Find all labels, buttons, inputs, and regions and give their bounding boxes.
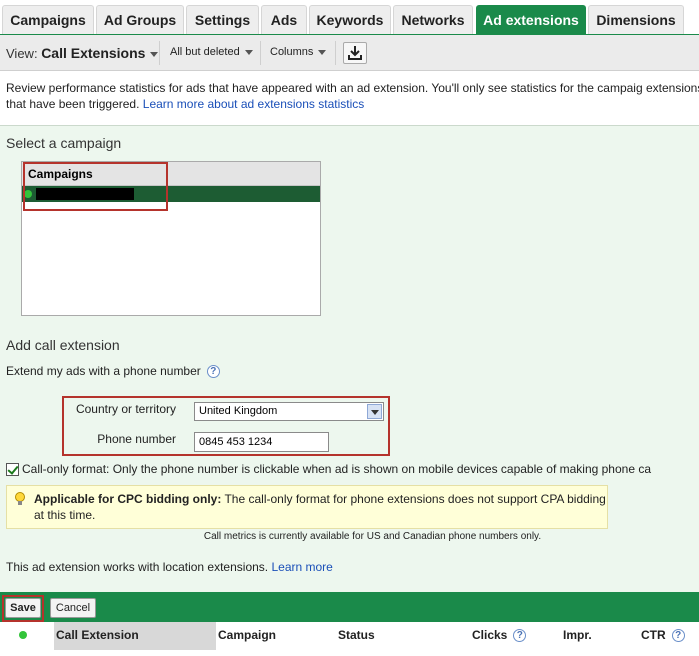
tab-ads[interactable]: Ads [261,5,307,34]
view-selector[interactable]: View: Call Extensions [6,45,159,61]
help-icon[interactable]: ? [513,629,527,643]
tab-campaigns[interactable]: Campaigns [2,5,94,34]
info-text: Review performance statistics for ads th… [6,80,699,112]
call-only-label: Call-only format: Only the phone number … [22,462,652,476]
tab-bar: Campaigns Ad Groups Settings Ads Keyword… [0,0,699,34]
col-ctr-label: CTR [641,628,666,642]
location-note-text: This ad extension works with location ex… [6,560,269,574]
highlight-box [2,595,44,622]
select-campaign-title: Select a campaign [6,135,122,151]
col-status[interactable]: Status [338,628,375,642]
view-value: Call Extensions [41,45,146,61]
col-ctr[interactable]: CTR? [641,628,685,643]
country-label: Country or territory [75,402,176,416]
toolbar-divider [159,41,160,65]
toolbar-divider [335,41,336,65]
tab-settings[interactable]: Settings [186,5,259,34]
col-clicks-label: Clicks [472,628,508,642]
phone-label: Phone number [97,432,176,446]
tab-networks[interactable]: Networks [393,5,473,34]
filter-dropdown[interactable]: All but deleted [170,46,253,58]
extend-ads-label: Extend my ads with a phone number? [6,364,220,379]
col-campaign[interactable]: Campaign [218,628,276,642]
location-extension-note: This ad extension works with location ex… [6,560,333,574]
tab-dimensions[interactable]: Dimensions [588,5,684,34]
tip-bold-text: Applicable for CPC bidding only: [34,492,222,506]
columns-label: Columns [270,46,314,58]
country-value: United Kingdom [199,405,278,417]
col-call-extension[interactable]: Call Extension [56,628,139,642]
tab-keywords[interactable]: Keywords [309,5,391,34]
columns-dropdown[interactable]: Columns [270,46,327,58]
col-impr[interactable]: Impr. [563,628,592,642]
lightbulb-icon [15,492,25,505]
cancel-button[interactable]: Cancel [50,598,96,618]
download-button[interactable] [343,42,367,64]
save-bar [0,592,699,622]
download-icon [348,46,362,60]
view-prefix: View: [6,46,38,61]
chevron-down-icon [367,404,382,419]
col-clicks[interactable]: Clicks? [472,628,527,643]
status-dot-icon [19,631,27,639]
tab-ad-groups[interactable]: Ad Groups [96,5,184,34]
highlight-box [23,162,168,211]
phone-number-input[interactable]: 0845 453 1234 [194,432,329,452]
call-only-checkbox[interactable] [6,463,19,476]
chevron-down-icon [150,52,159,58]
country-select[interactable]: United Kingdom [194,402,384,421]
chevron-down-icon [244,49,253,55]
add-call-extension-title: Add call extension [6,337,120,353]
help-icon[interactable]: ? [206,365,220,379]
learn-more-stats-link[interactable]: Learn more about ad extensions statistic… [143,97,364,111]
tab-ad-extensions[interactable]: Ad extensions [476,5,586,34]
filter-label: All but deleted [170,46,240,58]
toolbar-divider [260,41,261,65]
cpc-tip-box: Applicable for CPC bidding only: The cal… [6,485,608,529]
call-metrics-note: Call metrics is currently available for … [203,531,542,542]
chevron-down-icon [318,49,327,55]
extend-ads-text: Extend my ads with a phone number [6,364,201,378]
help-icon[interactable]: ? [671,629,685,643]
learn-more-link[interactable]: Learn more [271,560,332,574]
table-header: Call Extension Campaign Status Clicks? I… [0,622,699,650]
